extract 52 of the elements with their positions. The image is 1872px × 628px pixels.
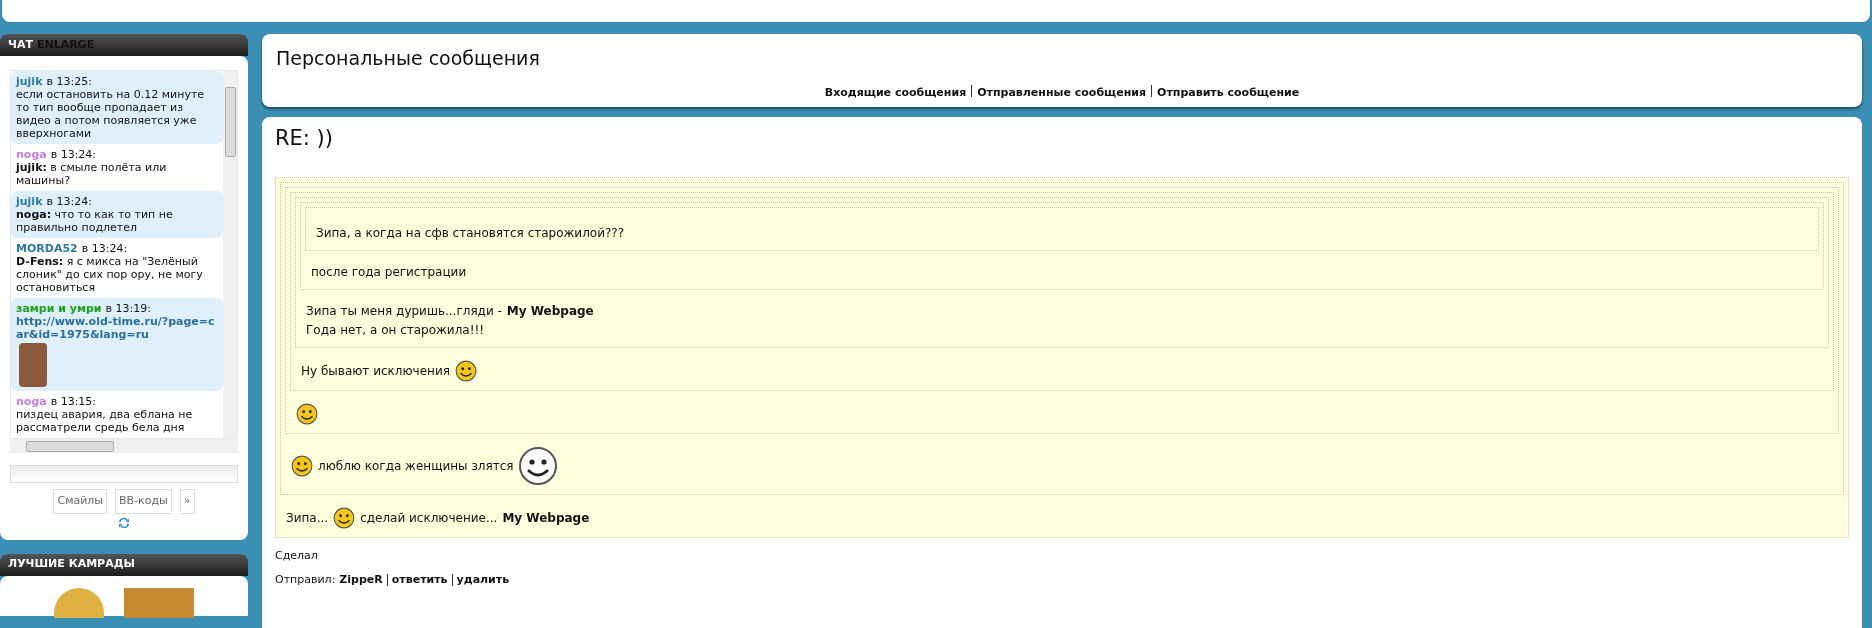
chat-text: пиздец авария, два еблана не рассматрели средь бела дня xyxy=(16,408,194,434)
webpage-link[interactable]: My Webpage xyxy=(502,508,590,527)
nav-link[interactable]: Отправить сообщение xyxy=(1157,84,1300,101)
chat-link[interactable]: http://www.old-time.ru/?page=car&id=1975&lang=ru xyxy=(16,315,218,341)
chat-button[interactable]: BB-коды xyxy=(115,489,172,514)
nav-link[interactable]: Входящие сообщения xyxy=(824,84,967,101)
reply-text: Сделал xyxy=(275,547,319,564)
smiley-icon xyxy=(296,402,318,425)
sender-link[interactable]: ZippeR xyxy=(339,572,383,589)
chat-text: noga: что то как то тип не правильно подлетел xyxy=(16,208,174,234)
chat-time: в 13:15: xyxy=(50,395,97,408)
smiley-icon xyxy=(454,359,477,382)
chat-author[interactable]: MORDA52 xyxy=(16,242,78,255)
message-subject: RE: )) xyxy=(275,125,334,152)
chat-title: ЧАТ xyxy=(8,36,33,53)
nav-link[interactable]: Отправленные сообщения xyxy=(977,84,1147,101)
refresh-icon[interactable] xyxy=(117,515,131,530)
smiley-icon xyxy=(333,506,356,529)
best-title: ЛУЧШИЕ КАМРАДЫ xyxy=(8,556,135,573)
chat-button[interactable]: Смайлы xyxy=(53,489,108,514)
chat-text: D-Fens: я с микса на "Зелёный слоник" до сих пор ору, не могу остановиться xyxy=(16,255,204,294)
sender-label: Отправил: xyxy=(275,572,336,588)
horizontal-scrollbar[interactable] xyxy=(10,439,238,453)
action-link[interactable]: удалить xyxy=(456,572,510,589)
chat-time: в 13:25: xyxy=(46,75,92,88)
quote-text: Зипа, а когда на сфв становятся старожилой??? xyxy=(316,224,625,242)
chat-time: в 13:19: xyxy=(105,302,151,315)
logo-placeholder xyxy=(54,587,104,618)
chat-text: jujik: в смыле полёта или машины? xyxy=(16,161,168,187)
chat-time: в 13:24: xyxy=(81,242,128,255)
quote-text: Зипа ты меня дуришь...гляди - xyxy=(306,302,502,320)
page-title: Персональные сообщения xyxy=(276,46,541,71)
chat-image-placeholder xyxy=(19,343,47,387)
chat-author[interactable]: jujik xyxy=(16,195,43,208)
webpage-link[interactable]: My Webpage xyxy=(506,301,594,320)
smiley-icon xyxy=(291,454,313,477)
chat-time: в 13:24: xyxy=(50,148,97,161)
chat-input[interactable] xyxy=(10,465,238,483)
chat-text: если остановить на 0.12 минуте то тип вообще пропадает из видео а потом появляется уже вверхногами xyxy=(16,88,206,140)
quote-text: после года регистрации xyxy=(311,263,467,281)
quote-text: люблю когда женщины злятся xyxy=(318,457,514,475)
quote-text: Зипа... xyxy=(286,509,329,527)
quote-text: Года нет, а он старожила!!! xyxy=(306,321,485,339)
chat-time: в 13:24: xyxy=(46,195,92,208)
quote-text: сделай исключение... xyxy=(360,509,498,527)
vertical-scrollbar[interactable] xyxy=(223,71,237,438)
chat-button[interactable]: » xyxy=(179,489,195,514)
logo-placeholder xyxy=(124,587,194,618)
quote-text: Ну бывают исключения xyxy=(301,362,450,380)
action-link[interactable]: ответить xyxy=(391,572,448,589)
chat-author[interactable]: jujik xyxy=(16,75,43,88)
smiley-icon xyxy=(518,445,559,486)
